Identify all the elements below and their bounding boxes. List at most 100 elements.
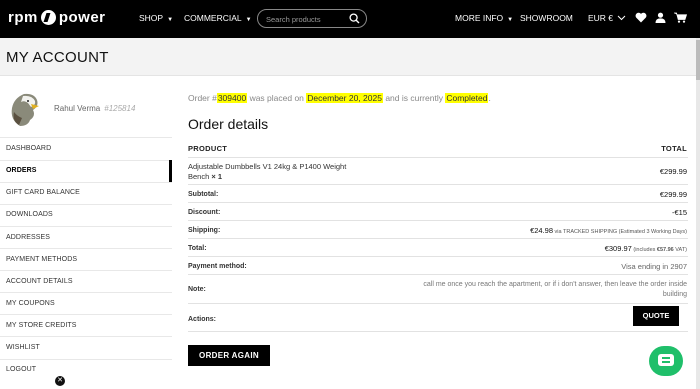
notice-text: was placed on — [247, 93, 307, 103]
nav-more-info-label: MORE INFO — [455, 13, 504, 23]
avatar — [11, 93, 39, 126]
page-scrollbar[interactable] — [696, 38, 700, 389]
actions-label: Actions: — [188, 316, 216, 323]
sidebar-divider — [0, 292, 172, 293]
item-name-line1[interactable]: Adjustable Dumbbells V1 24kg & P1400 Wei… — [188, 162, 346, 171]
subtotal-value: €299.99 — [659, 190, 687, 199]
total-value: €309.97 — [604, 244, 632, 253]
payment-method-value: Visa ending in 2907 — [621, 262, 687, 271]
close-icon[interactable]: ✕ — [55, 376, 65, 386]
sidebar-item-dashboard[interactable]: DASHBOARD — [6, 145, 51, 152]
shipping-label: Shipping: — [188, 227, 221, 234]
nav-showroom-label: SHOWROOM — [520, 13, 573, 23]
item-name-line2[interactable]: Bench — [188, 172, 209, 181]
nav-shop[interactable]: SHOP ▼ — [139, 13, 173, 23]
discount-label: Discount: — [188, 209, 221, 216]
brand-logo[interactable]: rpm power — [8, 9, 106, 26]
table-divider — [188, 303, 688, 304]
payment-method-label: Payment method: — [188, 263, 247, 270]
order-item-name: Adjustable Dumbbells V1 24kg & P1400 Wei… — [188, 162, 346, 182]
sidebar-divider — [0, 359, 172, 360]
search-icon[interactable] — [349, 13, 360, 24]
table-divider — [188, 238, 688, 239]
user-name: Rahul Verma — [54, 104, 101, 113]
sidebar-item-gift-card-balance[interactable]: GIFT CARD BALANCE — [6, 189, 80, 196]
page-header: MY ACCOUNT — [0, 38, 696, 76]
caret-down-icon: ▼ — [167, 17, 174, 23]
subtotal-label: Subtotal: — [188, 191, 219, 198]
sidebar-divider — [0, 248, 172, 249]
column-header-product: PRODUCT — [188, 144, 228, 153]
sidebar-item-addresses[interactable]: ADDRESSES — [6, 234, 50, 241]
sidebar-divider — [0, 137, 172, 138]
sidebar-item-my-store-credits[interactable]: MY STORE CREDITS — [6, 322, 77, 329]
brand-left: rpm — [8, 9, 38, 26]
vat-prefix: (includes — [631, 247, 657, 253]
scrollbar-thumb[interactable] — [696, 40, 700, 80]
sidebar-divider — [0, 182, 172, 183]
notice-text: and is currently — [382, 93, 446, 103]
nav-showroom[interactable]: SHOWROOM — [520, 13, 573, 23]
user-icon[interactable] — [655, 12, 666, 23]
discount-value: -€15 — [671, 208, 687, 217]
page-title: MY ACCOUNT — [6, 49, 109, 66]
sidebar-item-my-coupons[interactable]: MY COUPONS — [6, 300, 55, 307]
order-status: Completed — [445, 93, 489, 103]
chevron-down-icon — [618, 15, 626, 21]
order-again-button[interactable]: ORDER AGAIN — [188, 345, 270, 366]
chat-icon — [658, 354, 674, 366]
quote-button[interactable]: QUOTE — [633, 306, 679, 326]
sidebar-divider — [0, 314, 172, 315]
item-qty: × 1 — [211, 172, 223, 181]
sidebar-divider — [0, 336, 172, 337]
column-header-total: TOTAL — [661, 144, 687, 153]
caret-down-icon: ▼ — [245, 17, 252, 23]
item-total: €299.99 — [659, 167, 687, 176]
brand-right: power — [58, 9, 106, 26]
sidebar-divider — [0, 204, 172, 205]
notice-suffix: . — [488, 93, 491, 103]
note-line1: call me once you reach the apartment, or… — [423, 281, 687, 288]
shipping-value: €24.98 — [530, 226, 554, 235]
table-divider — [188, 274, 688, 275]
sidebar-item-downloads[interactable]: DOWNLOADS — [6, 211, 53, 218]
chat-icon-line — [662, 357, 670, 359]
table-divider — [188, 256, 688, 257]
chat-icon-line — [662, 361, 670, 363]
search-input[interactable] — [266, 13, 348, 25]
user-id: #125814 — [104, 104, 136, 113]
sidebar-divider — [0, 160, 172, 161]
nav-commercial-label: COMMERCIAL — [184, 13, 242, 23]
billing-address-heading-partial — [188, 384, 448, 389]
table-divider — [188, 157, 688, 158]
sidebar-item-logout[interactable]: LOGOUT — [6, 366, 36, 373]
cart-icon[interactable] — [674, 12, 687, 23]
table-divider — [188, 331, 688, 332]
note-label: Note: — [188, 286, 206, 293]
sidebar-divider — [0, 226, 172, 227]
order-status-notice: Order #309400 was placed on December 20,… — [188, 93, 491, 103]
nav-commercial[interactable]: COMMERCIAL ▼ — [184, 13, 252, 23]
sidebar-item-orders[interactable]: ORDERS — [6, 167, 37, 174]
vat-suffix: VAT) — [673, 247, 687, 253]
currency-selector[interactable]: EUR € — [588, 13, 626, 23]
notice-prefix: Order # — [188, 93, 217, 103]
sidebar-divider — [0, 270, 172, 271]
sidebar-item-wishlist[interactable]: WISHLIST — [6, 344, 40, 351]
total-label: Total: — [188, 245, 207, 252]
nav-more-info[interactable]: MORE INFO ▼ — [455, 13, 513, 23]
nav-shop-label: SHOP — [139, 13, 164, 23]
sidebar-item-payment-methods[interactable]: PAYMENT METHODS — [6, 256, 77, 263]
shipping-value-line: €24.98 via TRACKED SHIPPING (Estimated 3… — [530, 226, 687, 235]
user-name-line: Rahul Verma #125814 — [54, 104, 135, 113]
table-divider — [188, 184, 688, 185]
chat-widget-button[interactable] — [649, 346, 683, 376]
note-line2: building — [662, 291, 687, 298]
sidebar-item-account-details[interactable]: ACCOUNT DETAILS — [6, 278, 73, 285]
heart-icon[interactable] — [635, 12, 647, 23]
search-box — [257, 9, 367, 28]
top-navbar: rpm power SHOP▼ COMMERCIAL▼ MORE INFO▼ S… — [0, 0, 700, 38]
order-details-heading: Order details — [188, 116, 269, 132]
shipping-method: via TRACKED SHIPPING (Estimated 3 Workin… — [553, 229, 687, 235]
order-note: call me once you reach the apartment, or… — [423, 280, 687, 300]
